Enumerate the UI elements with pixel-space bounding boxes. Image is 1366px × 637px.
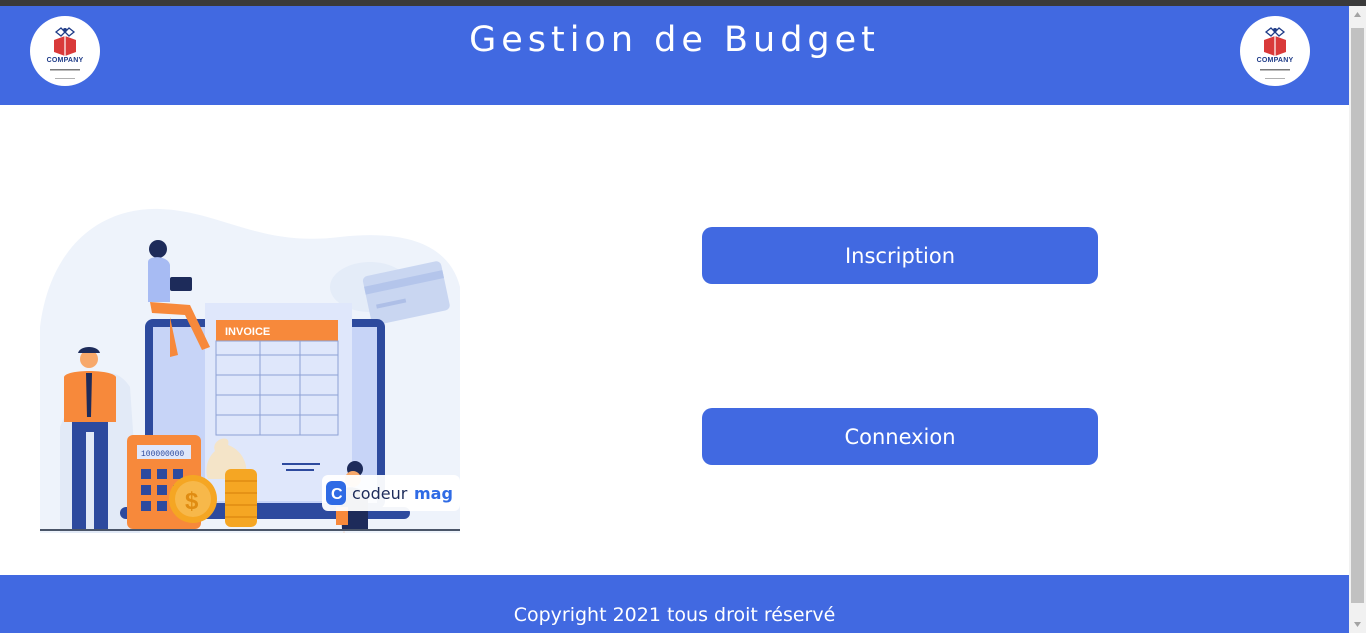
copyright-text: Copyright 2021 tous droit réservé [513, 604, 836, 626]
inscription-button[interactable]: Inscription [702, 227, 1098, 284]
invoice-label: INVOICE [225, 326, 270, 338]
vertical-scrollbar[interactable] [1349, 6, 1366, 633]
scroll-up-arrow-icon[interactable] [1349, 6, 1366, 23]
page-title: Gestion de Budget [469, 20, 880, 60]
invoice-illustration-image: INVOICE 100000000 $ C codeur mag [40, 208, 460, 625]
company-logo-icon [1260, 27, 1290, 79]
scroll-down-arrow-icon[interactable] [1349, 616, 1366, 633]
logo-text: COMPANY [1256, 57, 1294, 64]
scrollbar-thumb[interactable] [1351, 28, 1364, 603]
brand-text-accent: mag [414, 484, 453, 503]
main-content: INVOICE 100000000 $ C codeur mag Inscrip… [0, 105, 1349, 625]
brand-icon-letter: C [331, 486, 343, 503]
company-logo-right[interactable]: COMPANY [1240, 16, 1310, 86]
calculator-display: 100000000 [141, 450, 184, 459]
svg-text:$: $ [185, 488, 199, 515]
brand-text: codeur [352, 484, 408, 503]
site-footer: Copyright 2021 tous droit réservé [0, 575, 1349, 633]
connexion-button[interactable]: Connexion [702, 408, 1098, 465]
budget-illustration: INVOICE 100000000 $ C codeur mag [40, 207, 460, 625]
site-header: COMPANY Gestion de Budget COMPANY [0, 6, 1349, 105]
